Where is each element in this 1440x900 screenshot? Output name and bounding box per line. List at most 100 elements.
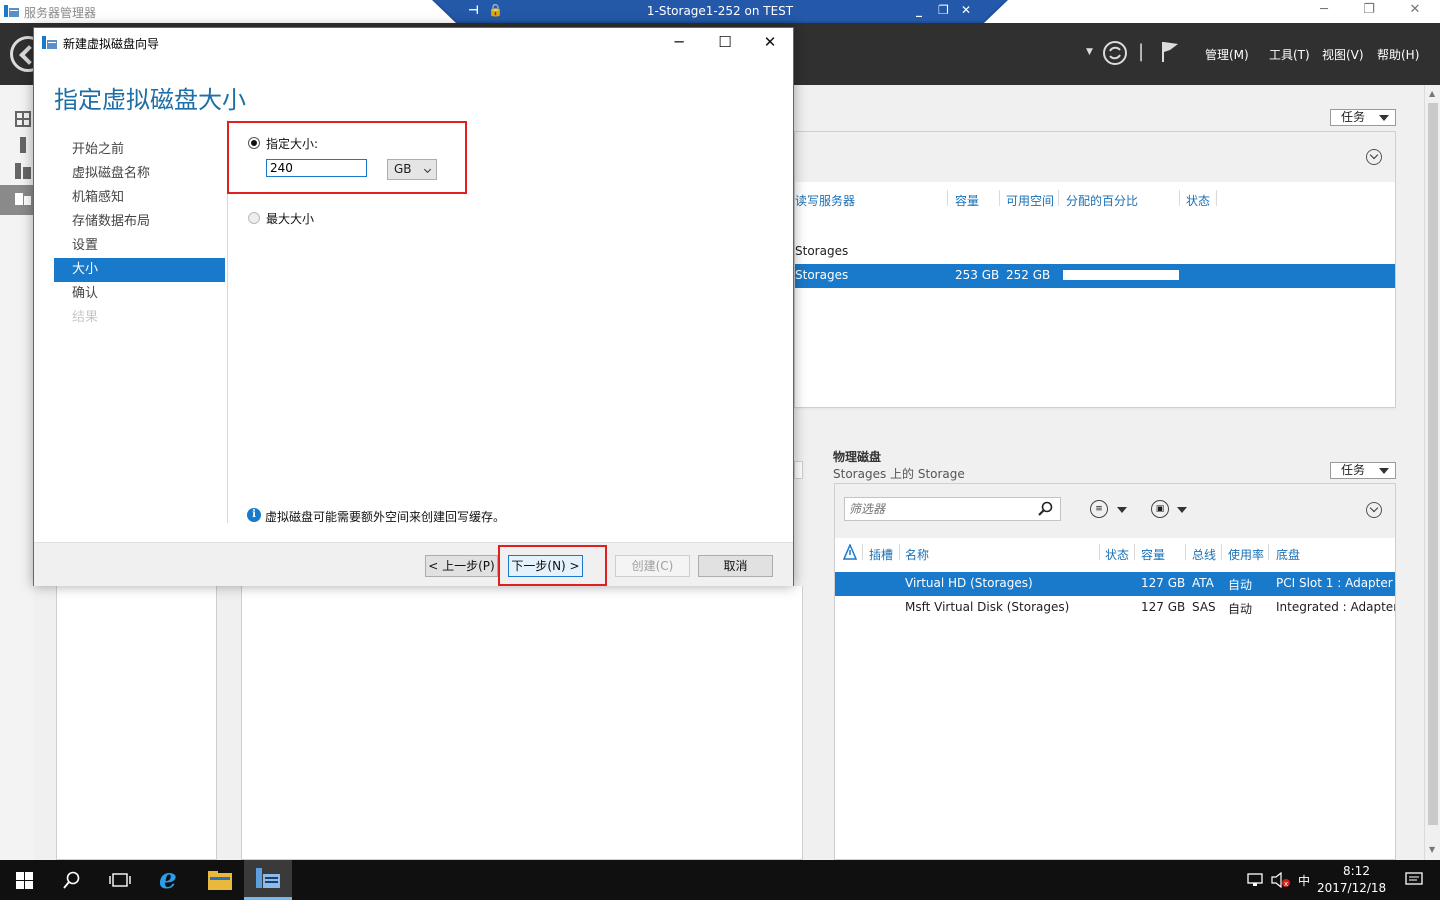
search-button[interactable] <box>48 860 96 900</box>
search-icon <box>63 871 80 889</box>
size-input[interactable] <box>266 159 367 177</box>
physical-disk-tasks-button[interactable]: 任务 <box>1330 462 1396 479</box>
collapse-icon[interactable] <box>1366 149 1382 165</box>
separator-bar: | <box>1138 41 1145 62</box>
table-row[interactable]: Msft Virtual Disk (Storages) 127 GB SAS … <box>835 596 1395 620</box>
col-allocated-percent[interactable]: 分配的百分比 <box>1066 192 1138 209</box>
previous-button[interactable]: < 上一步(P) <box>425 555 498 577</box>
list-view-icon[interactable]: ≡ <box>1090 500 1108 518</box>
step-settings[interactable]: 设置 <box>54 234 225 258</box>
server-manager-taskbar-button[interactable] <box>244 860 292 900</box>
wizard-heading: 指定虚拟磁盘大小 <box>54 86 246 114</box>
virtual-disk-tasks-button[interactable]: 任务 <box>1330 109 1396 126</box>
middle-background-pane <box>241 586 803 860</box>
col-status[interactable]: 状态 <box>1105 546 1129 563</box>
disk-name: Virtual HD (Storages) <box>905 576 1033 590</box>
taskbar: e x 中 8:12 2017/12/18 <box>0 860 1440 900</box>
ime-indicator[interactable]: 中 <box>1298 872 1310 889</box>
row-free: 252 GB <box>1006 268 1051 282</box>
search-icon[interactable] <box>1038 501 1054 517</box>
collapse-icon[interactable] <box>1366 502 1382 518</box>
maximum-size-label: 最大大小 <box>266 212 315 226</box>
col-name[interactable]: 名称 <box>905 546 929 563</box>
menu-view[interactable]: 视图(V) <box>1322 46 1364 63</box>
step-storage-layout[interactable]: 存储数据布局 <box>54 210 225 234</box>
restore-icon[interactable]: ❐ <box>1359 2 1379 17</box>
column-separator <box>1058 190 1059 206</box>
col-read-write-server[interactable]: 读写服务器 <box>795 192 855 209</box>
notifications-flag-icon[interactable] <box>1160 40 1180 64</box>
minimize-icon[interactable]: ─ <box>1314 2 1334 17</box>
save-query-icon[interactable]: ▣ <box>1151 500 1169 518</box>
step-before-you-begin[interactable]: 开始之前 <box>54 138 225 162</box>
internet-explorer-button[interactable]: e <box>148 860 196 900</box>
remote-restore-icon[interactable]: ❐ <box>938 3 949 17</box>
remote-close-icon[interactable]: ✕ <box>961 3 971 17</box>
filter-box[interactable] <box>844 497 1061 521</box>
menu-tools[interactable]: 工具(T) <box>1269 46 1310 63</box>
col-slot[interactable]: 插槽 <box>869 546 893 563</box>
col-bus[interactable]: 总线 <box>1192 546 1216 563</box>
clock-time[interactable]: 8:12 <box>1343 864 1370 878</box>
local-server-icon[interactable] <box>15 137 31 153</box>
column-separator <box>1216 190 1217 206</box>
dropdown-arrow-icon[interactable]: ▼ <box>1086 47 1093 57</box>
disk-name: Msft Virtual Disk (Storages) <box>905 600 1070 614</box>
dashboard-icon[interactable] <box>15 111 31 127</box>
pane-border <box>794 408 1396 410</box>
cancel-button[interactable]: 取消 <box>698 555 773 577</box>
col-capacity[interactable]: 容量 <box>955 192 979 209</box>
pane-header-bg <box>795 132 1395 182</box>
column-separator <box>1185 544 1186 560</box>
scroll-thumb[interactable] <box>1428 103 1438 825</box>
action-center-icon[interactable] <box>1405 872 1423 888</box>
clock-date[interactable]: 2017/12/18 <box>1317 881 1386 895</box>
allocation-bar <box>1063 270 1179 280</box>
col-capacity[interactable]: 容量 <box>1141 546 1165 563</box>
volume-muted-icon[interactable]: x <box>1271 872 1291 888</box>
step-virtual-disk-name[interactable]: 虚拟磁盘名称 <box>54 162 225 186</box>
start-button[interactable] <box>0 860 48 900</box>
remote-connection-bar: ⊣ 🔒 1-Storage1-252 on TEST _ ❐ ✕ <box>432 0 1008 23</box>
file-storage-icon[interactable] <box>15 191 31 207</box>
tasks-label: 任务 <box>1341 463 1366 477</box>
step-size[interactable]: 大小 <box>54 258 225 282</box>
server-manager-icon <box>256 868 280 888</box>
wizard-minimize-icon[interactable]: ─ <box>656 28 702 58</box>
close-icon[interactable]: ✕ <box>1405 2 1425 17</box>
folder-icon <box>208 871 232 890</box>
filter-input[interactable] <box>845 498 1035 520</box>
menu-help[interactable]: 帮助(H) <box>1377 46 1419 63</box>
table-row-selected[interactable]: Virtual HD (Storages) 127 GB ATA 自动 PCI … <box>835 572 1395 596</box>
file-explorer-button[interactable] <box>196 860 244 900</box>
scroll-up-icon[interactable]: ▲ <box>1429 89 1435 98</box>
col-chassis[interactable]: 底盘 <box>1276 546 1300 563</box>
specify-size-radio[interactable] <box>248 137 260 149</box>
col-free-space[interactable]: 可用空间 <box>1006 192 1054 209</box>
menu-manage[interactable]: 管理(M) <box>1205 46 1249 63</box>
table-row-selected[interactable]: Storages 253 GB 252 GB <box>795 264 1395 288</box>
step-confirmation[interactable]: 确认 <box>54 282 225 306</box>
remote-minimize-icon[interactable]: _ <box>916 3 922 17</box>
chevron-down-icon[interactable] <box>1177 507 1187 513</box>
disk-capacity: 127 GB <box>1141 576 1186 590</box>
chevron-down-icon[interactable] <box>1117 507 1127 513</box>
refresh-icon[interactable] <box>1102 40 1128 66</box>
all-servers-icon[interactable] <box>15 163 31 179</box>
wizard-maximize-icon[interactable]: ☐ <box>702 28 748 58</box>
step-enclosure-awareness[interactable]: 机箱感知 <box>54 186 225 210</box>
col-status[interactable]: 状态 <box>1186 192 1210 209</box>
info-icon: i <box>247 508 261 522</box>
column-separator <box>862 544 863 560</box>
warning-icon[interactable] <box>843 544 857 560</box>
network-icon[interactable] <box>1247 873 1265 887</box>
wizard-close-icon[interactable]: ✕ <box>747 28 793 58</box>
maximum-size-radio[interactable] <box>248 212 260 224</box>
scroll-down-icon[interactable]: ▼ <box>1429 845 1435 854</box>
disk-capacity: 127 GB <box>1141 600 1186 614</box>
task-view-icon <box>109 873 131 887</box>
vertical-scrollbar[interactable]: ▲ ▼ <box>1424 85 1440 860</box>
task-view-button[interactable] <box>96 860 144 900</box>
size-unit-select[interactable]: GB <box>387 159 437 180</box>
col-usage[interactable]: 使用率 <box>1228 546 1264 563</box>
